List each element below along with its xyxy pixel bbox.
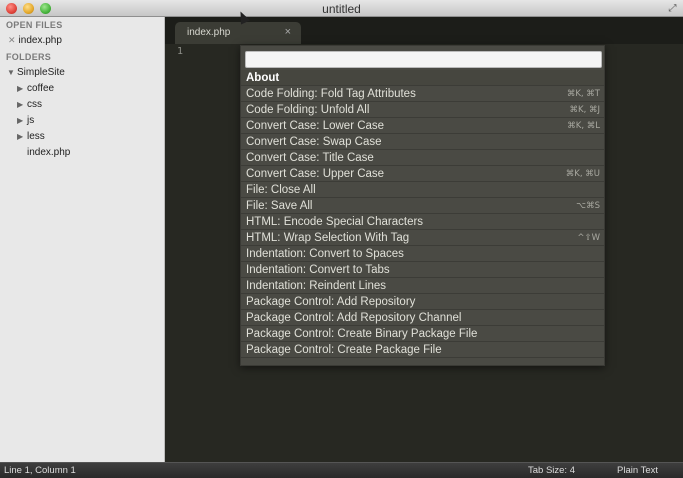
folder-item-less[interactable]: ▶ less — [17, 130, 45, 144]
command-palette-item[interactable]: Package Control: Create Binary Package F… — [241, 326, 604, 342]
disclosure-closed-icon[interactable]: ▶ — [17, 98, 27, 112]
command-label: File: Save All — [246, 200, 313, 212]
command-label: Package Control: Add Repository — [246, 296, 416, 308]
folder-label: less — [27, 131, 45, 142]
disclosure-closed-icon[interactable]: ▶ — [17, 82, 27, 96]
tab-label: index.php — [187, 27, 231, 38]
command-shortcut: ⌥⌘S — [576, 201, 600, 211]
folder-label: SimpleSite — [17, 67, 65, 78]
command-palette-item[interactable]: File: Close All — [241, 182, 604, 198]
command-shortcut: ⌘K, ⌘L — [567, 121, 600, 131]
command-palette-item[interactable]: Convert Case: Title Case — [241, 150, 604, 166]
command-shortcut: ⌘K, ⌘U — [565, 169, 600, 179]
command-label: HTML: Wrap Selection With Tag — [246, 232, 410, 244]
tab-size-selector[interactable]: Tab Size: 4 — [528, 463, 575, 478]
tab-index-php[interactable]: index.php × — [175, 22, 301, 44]
disclosure-open-icon[interactable]: ▼ — [7, 66, 17, 80]
command-label: Indentation: Convert to Spaces — [246, 248, 404, 260]
command-palette-item[interactable]: About — [241, 70, 604, 86]
command-palette-item[interactable]: Package Control: Add Repository — [241, 294, 604, 310]
folder-item-css[interactable]: ▶ css — [17, 98, 42, 112]
folder-label: coffee — [27, 83, 55, 94]
window-title: untitled — [322, 2, 361, 16]
folder-label: js — [27, 115, 35, 126]
command-palette-item[interactable]: Indentation: Reindent Lines — [241, 278, 604, 294]
title-bar: untitled ⤢ — [0, 0, 683, 17]
command-label: Indentation: Reindent Lines — [246, 280, 387, 292]
command-palette-item[interactable]: Convert Case: Lower Case ⌘K, ⌘L — [241, 118, 604, 134]
open-file-label: index.php — [18, 35, 62, 46]
command-label: Convert Case: Title Case — [246, 152, 374, 164]
command-label: About — [246, 72, 280, 84]
cursor-position: Line 1, Column 1 — [4, 465, 76, 476]
folders-title: FOLDERS — [6, 52, 52, 62]
folder-label: css — [27, 99, 42, 110]
open-file-item[interactable]: ✕ index.php — [8, 33, 62, 47]
folder-item-coffee[interactable]: ▶ coffee — [17, 82, 54, 96]
command-label: HTML: Encode Special Characters — [246, 216, 424, 228]
command-palette-item[interactable]: HTML: Wrap Selection With Tag ^⇧W — [241, 230, 604, 246]
line-number: 1 — [177, 46, 184, 57]
command-palette-list: About Code Folding: Fold Tag Attributes ⌘K… — [241, 70, 604, 358]
close-icon[interactable]: ✕ — [8, 35, 16, 45]
command-palette-item[interactable]: Indentation: Convert to Spaces — [241, 246, 604, 262]
folder-item-js[interactable]: ▶ js — [17, 114, 34, 128]
disclosure-closed-icon[interactable]: ▶ — [17, 114, 27, 128]
command-palette-item[interactable]: Code Folding: Unfold All ⌘K, ⌘J — [241, 102, 604, 118]
command-label: Package Control: Add Repository Channel — [246, 312, 462, 324]
command-palette-item[interactable]: HTML: Encode Special Characters — [241, 214, 604, 230]
command-palette-item[interactable]: Code Folding: Fold Tag Attributes ⌘K, ⌘T — [241, 86, 604, 102]
command-label: Convert Case: Swap Case — [246, 136, 382, 148]
command-label: Convert Case: Upper Case — [246, 168, 385, 180]
file-label: index.php — [27, 147, 71, 158]
fullscreen-icon[interactable]: ⤢ — [667, 3, 678, 14]
command-label: File: Close All — [246, 184, 316, 196]
command-palette-item[interactable]: Indentation: Convert to Tabs — [241, 262, 604, 278]
command-palette-item[interactable]: Convert Case: Swap Case — [241, 134, 604, 150]
command-palette-item[interactable]: File: Save All ⌥⌘S — [241, 198, 604, 214]
tab-close-icon[interactable]: × — [285, 26, 291, 38]
file-item-index-php[interactable]: index.php — [27, 146, 70, 160]
syntax-selector[interactable]: Plain Text — [617, 463, 658, 478]
command-label: Code Folding: Unfold All — [246, 104, 370, 116]
disclosure-closed-icon[interactable]: ▶ — [17, 130, 27, 144]
command-palette-item[interactable]: Package Control: Add Repository Channel — [241, 310, 604, 326]
command-shortcut: ⌘K, ⌘J — [569, 105, 601, 115]
command-label: Package Control: Create Package File — [246, 344, 442, 356]
command-label: Code Folding: Fold Tag Attributes — [246, 88, 416, 100]
status-bar: Line 1, Column 1 Tab Size: 4 Plain Text — [0, 462, 683, 478]
sidebar: OPEN FILES ✕ index.php FOLDERS ▼ SimpleSit… — [0, 17, 165, 462]
command-palette-input[interactable] — [245, 51, 602, 68]
open-files-title: OPEN FILES — [6, 20, 63, 30]
command-palette-item[interactable]: Convert Case: Upper Case ⌘K, ⌘U — [241, 166, 604, 182]
folder-root-simplesite[interactable]: ▼ SimpleSite — [7, 66, 65, 80]
command-shortcut: ^⇧W — [577, 233, 600, 243]
command-palette-item[interactable]: Package Control: Create Package File — [241, 342, 604, 358]
command-label: Indentation: Convert to Tabs — [246, 264, 390, 276]
command-shortcut: ⌘K, ⌘T — [566, 89, 600, 99]
command-label: Convert Case: Lower Case — [246, 120, 385, 132]
command-label: Package Control: Create Binary Package F… — [246, 328, 478, 340]
command-palette: About Code Folding: Fold Tag Attributes ⌘K… — [240, 45, 605, 366]
